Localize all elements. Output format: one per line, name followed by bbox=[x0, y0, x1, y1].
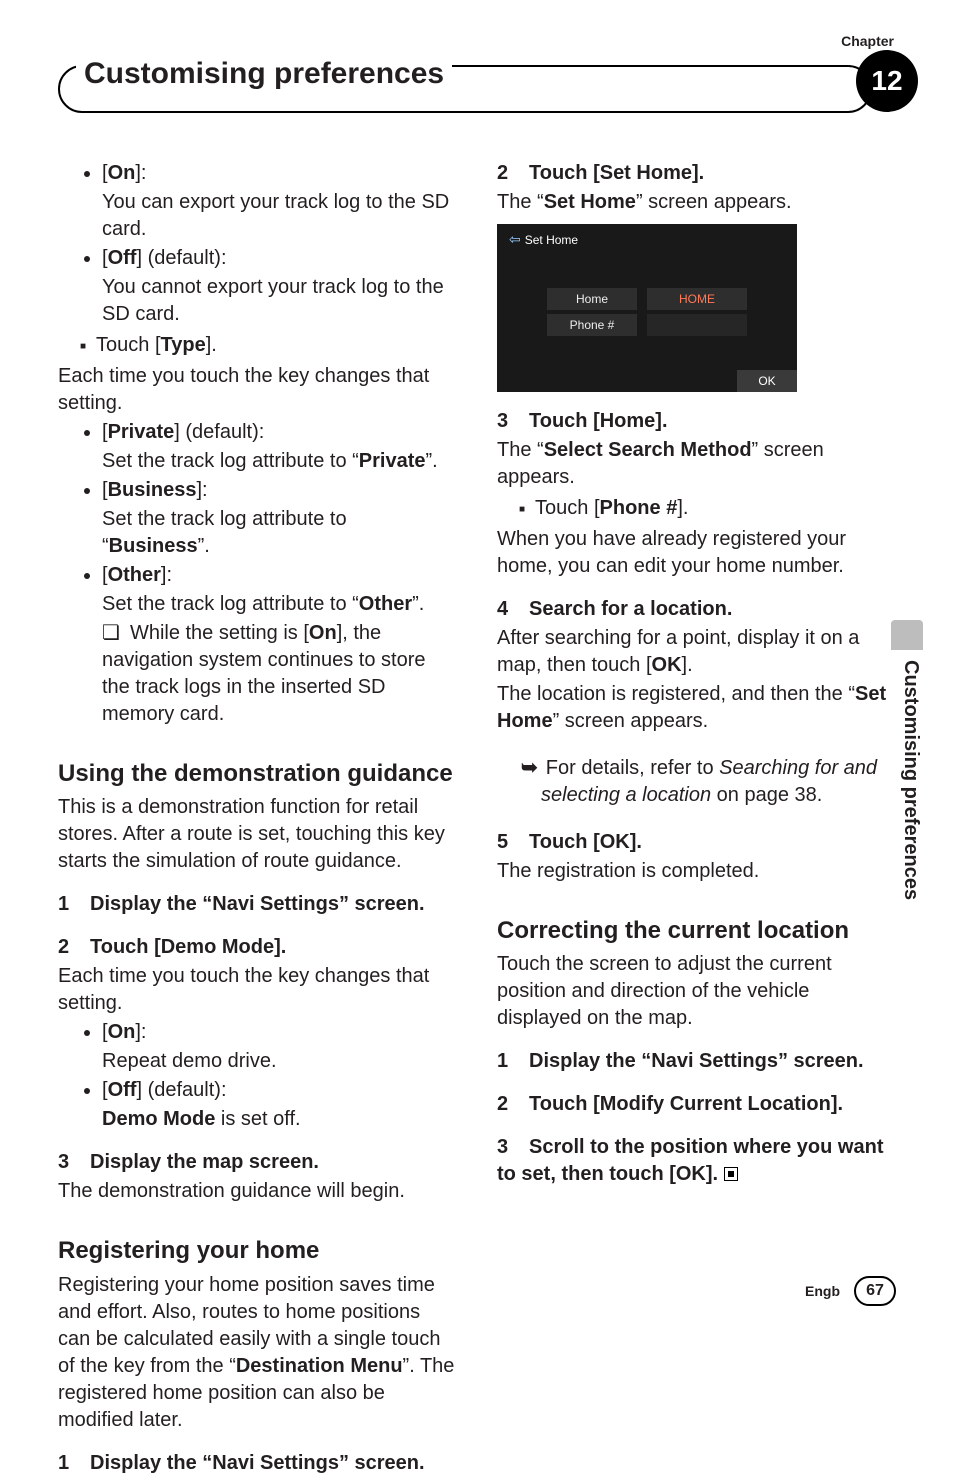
correct-step-1: 1Display the “Navi Settings” screen. bbox=[497, 1048, 896, 1075]
type-other-desc: Set the track log attribute to “Other”. bbox=[58, 591, 457, 618]
page-footer: Engb 67 bbox=[805, 1276, 896, 1306]
option-off-default: (default): bbox=[142, 247, 226, 269]
register-step-1: 1Display the “Navi Settings” screen. bbox=[58, 1450, 457, 1477]
page-header: Chapter Customising preferences 12 bbox=[58, 50, 896, 120]
shot-phone-value bbox=[647, 314, 747, 336]
option-on-label: On bbox=[108, 162, 136, 184]
demo-step-3-after: The demonstration guidance will begin. bbox=[58, 1178, 457, 1205]
option-on-desc: You can export your track log to the SD … bbox=[58, 189, 457, 243]
touch-type-row: Touch [Type]. bbox=[58, 332, 457, 359]
demo-on-desc: Repeat demo drive. bbox=[58, 1048, 457, 1075]
option-off-desc: You cannot export your track log to the … bbox=[58, 274, 457, 328]
demo-off-desc: Demo Mode is set off. bbox=[58, 1106, 457, 1133]
note-list: While the setting is [On], the navigatio… bbox=[58, 620, 457, 728]
type-list: [Private] (default): bbox=[58, 419, 457, 446]
type-business-desc: Set the track log attribute to “Business… bbox=[58, 506, 457, 560]
shot-home-label: Home bbox=[547, 288, 637, 310]
option-off-label: Off bbox=[108, 247, 137, 269]
demo-heading: Using the demonstration guidance bbox=[58, 758, 457, 790]
type-private: [Private] (default): bbox=[102, 419, 457, 446]
demo-step-1: 1Display the “Navi Settings” screen. bbox=[58, 891, 457, 918]
correct-step-2: 2Touch [Modify Current Location]. bbox=[497, 1091, 896, 1118]
chapter-label: Chapter bbox=[841, 32, 894, 51]
left-column: [On]: You can export your track log to t… bbox=[58, 160, 457, 1479]
register-step-5: 5Touch [OK]. bbox=[497, 829, 896, 856]
register-step-4-line1: After searching for a point, display it … bbox=[497, 625, 896, 679]
demo-step-3: 3Display the map screen. bbox=[58, 1149, 457, 1176]
demo-step-2-after: Each time you touch the key changes that… bbox=[58, 963, 457, 1017]
register-step-5-after: The registration is completed. bbox=[497, 858, 896, 885]
register-home-intro: Registering your home position saves tim… bbox=[58, 1272, 457, 1434]
touch-phone-row: Touch [Phone #]. bbox=[497, 495, 896, 522]
section-end-icon bbox=[724, 1167, 738, 1181]
demo-on: [On]: bbox=[102, 1019, 457, 1046]
shot-title: Set Home bbox=[509, 230, 578, 249]
shot-phone-label: Phone # bbox=[547, 314, 637, 336]
type-business: [Business]: bbox=[102, 477, 457, 504]
correct-step-3: 3Scroll to the position where you want t… bbox=[497, 1134, 896, 1188]
register-step-3-after: The “Select Search Method” screen appear… bbox=[497, 437, 896, 491]
xref-search-location: For details, refer to Searching for and … bbox=[497, 755, 896, 809]
demo-intro: This is a demonstration function for ret… bbox=[58, 794, 457, 875]
register-home-heading: Registering your home bbox=[58, 1235, 457, 1267]
export-options-list: [On]: bbox=[58, 160, 457, 187]
shot-home-value: HOME bbox=[647, 288, 747, 310]
touch-type: Touch [Type]. bbox=[80, 332, 457, 359]
type-other: [Other]: bbox=[102, 562, 457, 589]
option-on: [On]: bbox=[102, 160, 457, 187]
correct-location-intro: Touch the screen to adjust the current p… bbox=[497, 951, 896, 1032]
correct-location-heading: Correcting the current location bbox=[497, 915, 896, 947]
register-step-4-line2: The location is registered, and then the… bbox=[497, 681, 896, 735]
register-step-3: 3Touch [Home]. bbox=[497, 408, 896, 435]
demo-step-2: 2Touch [Demo Mode]. bbox=[58, 934, 457, 961]
touch-phone-desc: When you have already registered your ho… bbox=[497, 526, 896, 580]
side-tab: Customising preferences bbox=[897, 660, 924, 900]
touch-phone: Touch [Phone #]. bbox=[519, 495, 896, 522]
export-options-list-2: [Off] (default): bbox=[58, 245, 457, 272]
demo-off: [Off] (default): bbox=[102, 1077, 457, 1104]
register-step-2: 2Touch [Set Home]. bbox=[497, 160, 896, 187]
footer-language: Engb bbox=[805, 1282, 840, 1301]
option-off: [Off] (default): bbox=[102, 245, 457, 272]
sd-note: While the setting is [On], the navigatio… bbox=[102, 620, 457, 728]
chapter-title: Customising preferences bbox=[76, 54, 452, 95]
each-time-text: Each time you touch the key changes that… bbox=[58, 363, 457, 417]
set-home-screenshot: Set Home Home HOME Phone # OK bbox=[497, 224, 797, 392]
type-private-desc: Set the track log attribute to “Private”… bbox=[58, 448, 457, 475]
register-step-2-after: The “Set Home” screen appears. bbox=[497, 189, 896, 216]
page-number-badge: 67 bbox=[854, 1276, 896, 1306]
chapter-number-badge: 12 bbox=[856, 50, 918, 112]
register-step-4: 4Search for a location. bbox=[497, 596, 896, 623]
shot-ok-button: OK bbox=[737, 370, 797, 392]
